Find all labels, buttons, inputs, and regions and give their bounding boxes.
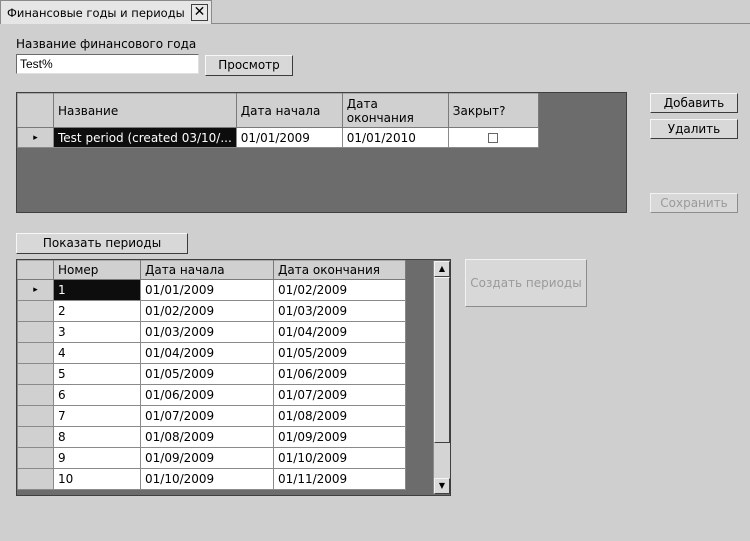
column-header-start-date[interactable]: Дата начала [235, 93, 343, 128]
cell-name[interactable]: Test period (created 03/10/... [53, 127, 237, 148]
cell-end-date[interactable]: 01/06/2009 [273, 363, 406, 385]
cell-end-date[interactable]: 01/09/2009 [273, 426, 406, 448]
table-row[interactable]: 8 01/08/2009 01/09/2009 [17, 426, 406, 448]
table-row[interactable]: 6 01/06/2009 01/07/2009 [17, 384, 406, 406]
table-row[interactable]: 9 01/09/2009 01/10/2009 [17, 447, 406, 469]
fiscal-years-table: Название Дата начала Дата окончания Закр… [17, 93, 539, 148]
cell-number[interactable]: 4 [53, 342, 141, 364]
cell-number[interactable]: 6 [53, 384, 141, 406]
cell-end-date[interactable]: 01/10/2009 [273, 447, 406, 469]
cell-end-date[interactable]: 01/01/2010 [341, 127, 449, 148]
row-header-corner [17, 260, 54, 280]
row-pointer-icon: ▸ [17, 279, 54, 301]
cell-end-date[interactable]: 01/08/2009 [273, 405, 406, 427]
show-periods-button[interactable]: Показать периоды [16, 233, 188, 254]
tab-divider [212, 23, 750, 24]
periods-table: Номер Дата начала Дата окончания ▸ 1 01/01… [17, 260, 406, 490]
cell-start-date[interactable]: 01/04/2009 [140, 342, 274, 364]
cell-number[interactable]: 10 [53, 468, 141, 490]
cell-start-date[interactable]: 01/01/2009 [235, 127, 343, 148]
row-pointer-icon: ▸ [17, 127, 54, 148]
cell-start-date[interactable]: 01/09/2009 [140, 447, 274, 469]
tab-title: Финансовые годы и периоды [7, 6, 185, 20]
row-header [17, 384, 54, 406]
cell-start-date[interactable]: 01/07/2009 [140, 405, 274, 427]
periods-scrollbar[interactable]: ▲ ▼ [433, 261, 450, 494]
row-header [17, 342, 54, 364]
cell-start-date[interactable]: 01/06/2009 [140, 384, 274, 406]
column-header-closed[interactable]: Закрыт? [447, 93, 539, 128]
row-header [17, 447, 54, 469]
scrollbar-thumb[interactable] [434, 277, 450, 443]
close-icon[interactable]: ✕ [191, 4, 208, 21]
tab-bar: Финансовые годы и периоды ✕ [0, 0, 750, 24]
cell-number[interactable]: 9 [53, 447, 141, 469]
row-header [17, 321, 54, 343]
cell-start-date[interactable]: 01/05/2009 [140, 363, 274, 385]
cell-number[interactable]: 5 [53, 363, 141, 385]
fiscal-years-grid: Название Дата начала Дата окончания Закр… [16, 92, 627, 213]
column-header-name[interactable]: Название [53, 93, 237, 128]
cell-end-date[interactable]: 01/03/2009 [273, 300, 406, 322]
save-button[interactable]: Сохранить [650, 193, 738, 213]
cell-start-date[interactable]: 01/02/2009 [140, 300, 274, 322]
cell-end-date[interactable]: 01/04/2009 [273, 321, 406, 343]
cell-closed[interactable] [447, 127, 539, 148]
cell-end-date[interactable]: 01/07/2009 [273, 384, 406, 406]
table-row[interactable]: 4 01/04/2009 01/05/2009 [17, 342, 406, 364]
cell-start-date[interactable]: 01/10/2009 [140, 468, 274, 490]
scroll-up-icon[interactable]: ▲ [434, 261, 450, 277]
add-button[interactable]: Добавить [650, 93, 738, 113]
row-header [17, 300, 54, 322]
cell-number[interactable]: 7 [53, 405, 141, 427]
view-button[interactable]: Просмотр [205, 55, 293, 76]
table-row[interactable]: ▸ 1 01/01/2009 01/02/2009 [17, 279, 406, 301]
table-row[interactable]: 7 01/07/2009 01/08/2009 [17, 405, 406, 427]
cell-start-date[interactable]: 01/01/2009 [140, 279, 274, 301]
column-header-end-date[interactable]: Дата окончания [273, 260, 406, 280]
cell-end-date[interactable]: 01/11/2009 [273, 468, 406, 490]
periods-grid: Номер Дата начала Дата окончания ▸ 1 01/01… [16, 259, 451, 496]
fiscal-year-name-label: Название финансового года [16, 37, 197, 51]
column-header-start-date[interactable]: Дата начала [140, 260, 274, 280]
fiscal-year-name-input[interactable] [16, 54, 199, 74]
table-row[interactable]: 2 01/02/2009 01/03/2009 [17, 300, 406, 322]
tab-financial-years[interactable]: Финансовые годы и периоды ✕ [0, 0, 212, 24]
cell-end-date[interactable]: 01/05/2009 [273, 342, 406, 364]
scroll-down-icon[interactable]: ▼ [434, 478, 450, 494]
column-header-number[interactable]: Номер [53, 260, 141, 280]
cell-number[interactable]: 3 [53, 321, 141, 343]
cell-start-date[interactable]: 01/03/2009 [140, 321, 274, 343]
table-row[interactable]: 3 01/03/2009 01/04/2009 [17, 321, 406, 343]
cell-number[interactable]: 2 [53, 300, 141, 322]
row-header [17, 363, 54, 385]
cell-end-date[interactable]: 01/02/2009 [273, 279, 406, 301]
create-periods-button[interactable]: Создать периоды [465, 259, 587, 307]
row-header [17, 468, 54, 490]
closed-checkbox[interactable] [488, 133, 499, 143]
cell-number[interactable]: 8 [53, 426, 141, 448]
row-header [17, 405, 54, 427]
table-row[interactable]: 5 01/05/2009 01/06/2009 [17, 363, 406, 385]
cell-start-date[interactable]: 01/08/2009 [140, 426, 274, 448]
column-header-end-date[interactable]: Дата окончания [341, 93, 449, 128]
delete-button[interactable]: Удалить [650, 119, 738, 139]
table-row[interactable]: 10 01/10/2009 01/11/2009 [17, 468, 406, 490]
row-header [17, 426, 54, 448]
row-header-corner [17, 93, 54, 128]
table-row[interactable]: ▸ Test period (created 03/10/... 01/01/2… [17, 127, 539, 148]
cell-number[interactable]: 1 [53, 279, 141, 301]
